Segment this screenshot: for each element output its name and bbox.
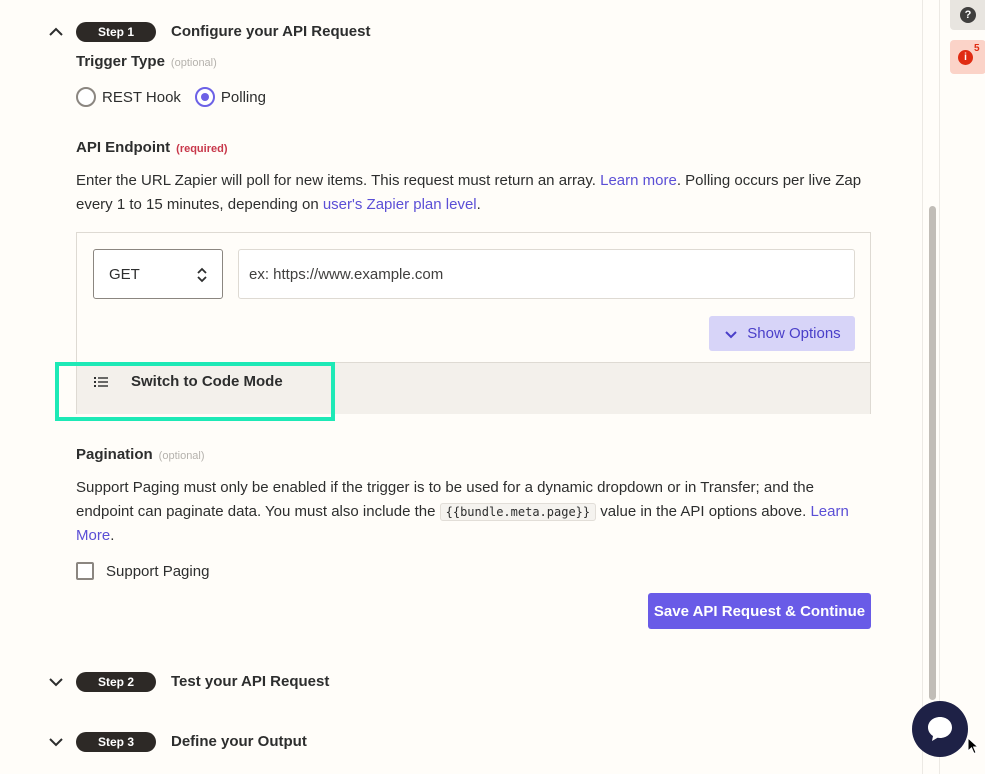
polling-radio[interactable] xyxy=(194,87,215,107)
support-paging-row[interactable]: Support Paging xyxy=(76,562,209,580)
help-button[interactable]: ? xyxy=(950,0,985,30)
pagination-label: Pagination (optional) xyxy=(76,446,205,463)
rest-hook-label[interactable]: REST Hook xyxy=(102,89,181,106)
optional-tag: (optional) xyxy=(158,450,205,462)
pagination-desc-2: value in the API options above. xyxy=(600,503,807,520)
pagination-text: Pagination xyxy=(76,446,153,463)
alert-count-badge: 5 xyxy=(974,43,980,54)
step-2-pill: Step 2 xyxy=(76,672,156,692)
polling-label[interactable]: Polling xyxy=(221,89,266,106)
step-1-pill: Step 1 xyxy=(76,22,156,42)
method-select[interactable]: GET xyxy=(93,249,223,299)
chevron-down-icon[interactable] xyxy=(46,732,66,752)
trigger-type-text: Trigger Type xyxy=(76,53,165,70)
trigger-type-radios: REST Hook Polling xyxy=(76,87,274,107)
right-rail: ? i 5 xyxy=(939,0,985,774)
chevron-down-icon xyxy=(725,330,738,338)
info-alert-icon: i xyxy=(958,50,973,65)
zapier-plan-link[interactable]: user's Zapier plan level xyxy=(323,196,477,213)
support-paging-label[interactable]: Support Paging xyxy=(106,563,209,580)
endpoint-desc-1: Enter the URL Zapier will poll for new i… xyxy=(76,172,596,189)
updown-chevron-icon xyxy=(197,267,207,283)
support-paging-checkbox[interactable] xyxy=(76,562,94,580)
method-value: GET xyxy=(109,265,140,283)
learn-more-link[interactable]: Learn more xyxy=(600,172,677,189)
help-icon: ? xyxy=(960,7,976,23)
chat-bubble-icon xyxy=(928,717,952,741)
mouse-cursor-icon xyxy=(967,737,979,755)
rest-hook-radio[interactable] xyxy=(76,87,96,107)
step-1-title: Configure your API Request xyxy=(171,23,371,40)
chevron-up-icon[interactable] xyxy=(46,22,66,42)
pagination-description: Support Paging must only be enabled if t… xyxy=(76,476,871,548)
save-api-request-button[interactable]: Save API Request & Continue xyxy=(648,593,871,629)
required-tag: (required) xyxy=(176,143,228,155)
bundle-meta-page-code: {{bundle.meta.page}} xyxy=(439,503,597,521)
show-options-button[interactable]: Show Options xyxy=(709,316,855,351)
endpoint-desc-end: . xyxy=(476,196,481,213)
chat-button[interactable] xyxy=(912,701,968,757)
api-endpoint-label: API Endpoint (required) xyxy=(76,139,228,156)
optional-tag: (optional) xyxy=(170,57,217,69)
pagination-desc-end: . xyxy=(110,527,115,544)
code-mode-highlight xyxy=(55,362,335,421)
step-3-pill: Step 3 xyxy=(76,732,156,752)
alerts-button[interactable]: i 5 xyxy=(950,40,985,74)
scrollbar[interactable] xyxy=(922,0,939,774)
api-endpoint-description: Enter the URL Zapier will poll for new i… xyxy=(76,169,876,217)
chevron-down-icon[interactable] xyxy=(46,672,66,692)
scrollbar-thumb[interactable] xyxy=(929,206,936,700)
step-3-title: Define your Output xyxy=(171,733,307,750)
api-endpoint-text: API Endpoint xyxy=(76,139,171,156)
url-input[interactable] xyxy=(238,249,855,299)
trigger-type-label: Trigger Type (optional) xyxy=(76,53,217,70)
step-2-title: Test your API Request xyxy=(171,673,330,690)
show-options-label: Show Options xyxy=(747,325,841,342)
